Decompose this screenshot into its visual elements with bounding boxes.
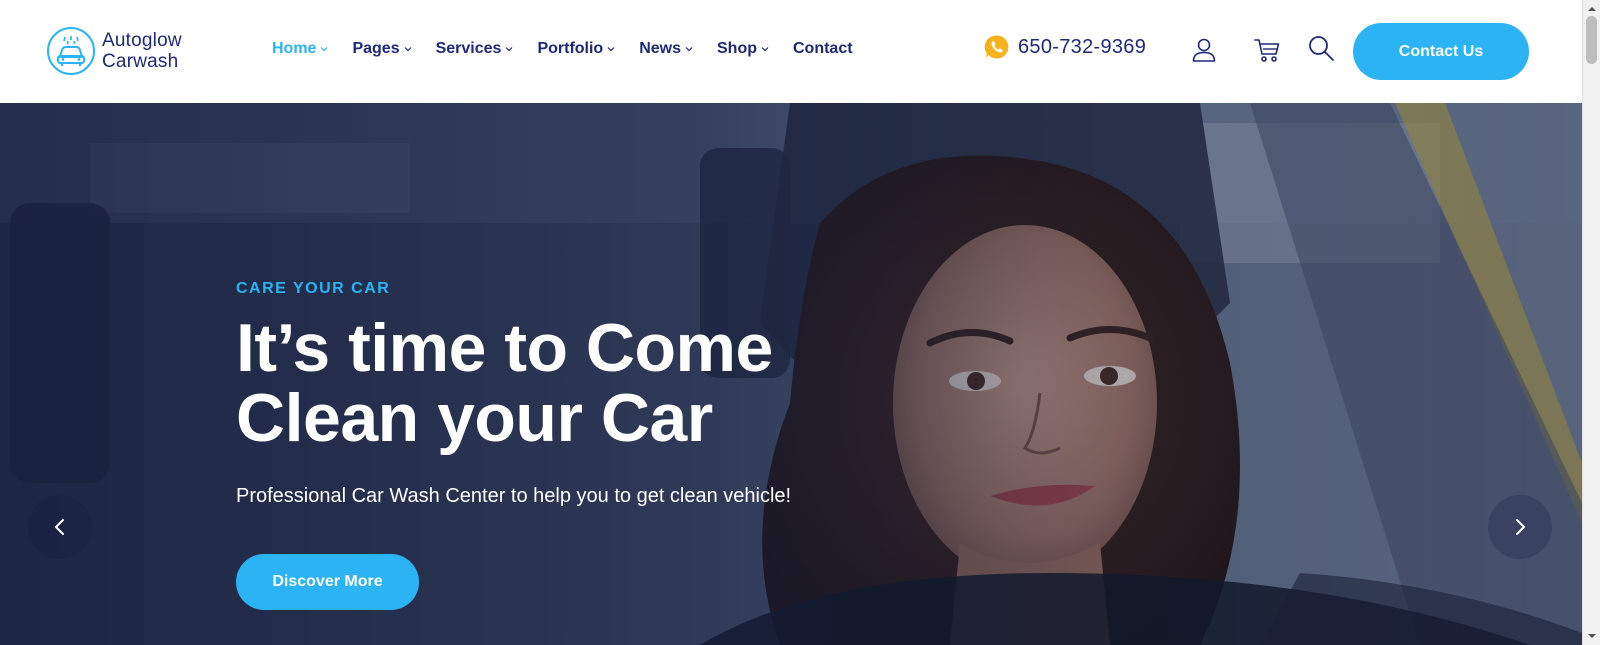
nav-item-label: Services — [435, 40, 502, 57]
brand-logo[interactable]: Autoglow Carwash — [46, 26, 182, 76]
hero-headline-line1: It’s time to Come — [236, 310, 773, 386]
scroll-down-arrow-icon[interactable] — [1587, 631, 1597, 641]
hero-headline-line2: Clean your Car — [236, 380, 713, 456]
scroll-thumb[interactable] — [1586, 16, 1597, 64]
phone-link[interactable]: 650-732-9369 — [984, 34, 1146, 60]
nav-item-news[interactable]: News — [639, 40, 693, 58]
slider-next-button[interactable] — [1488, 495, 1552, 559]
chevron-down-icon — [506, 47, 513, 52]
chevron-down-icon — [607, 47, 615, 52]
contact-us-button[interactable]: Contact Us — [1353, 23, 1529, 80]
chevron-left-icon — [55, 519, 64, 535]
nav-item-home[interactable]: Home — [272, 40, 328, 58]
chevron-down-icon — [761, 47, 769, 52]
user-icon[interactable] — [1190, 36, 1218, 64]
hero-content: CARE YOUR CAR It’s time to Come Clean yo… — [236, 103, 936, 645]
nav-item-label: Shop — [717, 40, 757, 57]
brand-name-line2: Carwash — [102, 51, 179, 72]
nav-item-contact[interactable]: Contact — [793, 40, 853, 58]
brand-name-line1: Autoglow — [102, 30, 182, 51]
car-wash-icon — [47, 27, 95, 75]
nav-item-services[interactable]: Services — [436, 40, 514, 58]
nav-item-label: News — [639, 40, 681, 57]
discover-more-button[interactable]: Discover More — [236, 554, 419, 610]
nav-item-shop[interactable]: Shop — [717, 40, 769, 58]
cart-icon[interactable] — [1253, 36, 1281, 64]
whatsapp-icon — [984, 35, 1009, 59]
nav-item-label: Home — [272, 40, 317, 57]
site-header: Autoglow Carwash Home Pages Services Por… — [0, 0, 1582, 103]
search-icon[interactable] — [1307, 34, 1335, 62]
nav-item-label: Portfolio — [537, 40, 604, 57]
brand-name: Autoglow Carwash — [102, 30, 182, 72]
phone-number: 650-732-9369 — [1018, 35, 1147, 58]
main-nav: Home Pages Services Portfolio News Shop … — [272, 40, 877, 58]
nav-item-label: Contact — [793, 40, 853, 57]
hero-slider: CARE YOUR CAR It’s time to Come Clean yo… — [0, 103, 1582, 645]
scroll-up-arrow-icon[interactable] — [1587, 4, 1597, 14]
hero-subtext: Professional Car Wash Center to help you… — [236, 485, 792, 507]
chevron-down-icon — [685, 47, 693, 52]
nav-item-label: Pages — [352, 40, 400, 57]
slider-prev-button[interactable] — [28, 495, 92, 559]
nav-item-portfolio[interactable]: Portfolio — [537, 40, 615, 58]
nav-item-pages[interactable]: Pages — [352, 40, 412, 58]
hero-eyebrow: CARE YOUR CAR — [236, 280, 391, 297]
chevron-right-icon — [1516, 519, 1525, 535]
hero-headline: It’s time to Come Clean your Car — [236, 313, 856, 453]
chevron-down-icon — [404, 47, 412, 52]
chevron-down-icon — [321, 47, 328, 52]
page-scrollbar[interactable] — [1582, 0, 1600, 645]
